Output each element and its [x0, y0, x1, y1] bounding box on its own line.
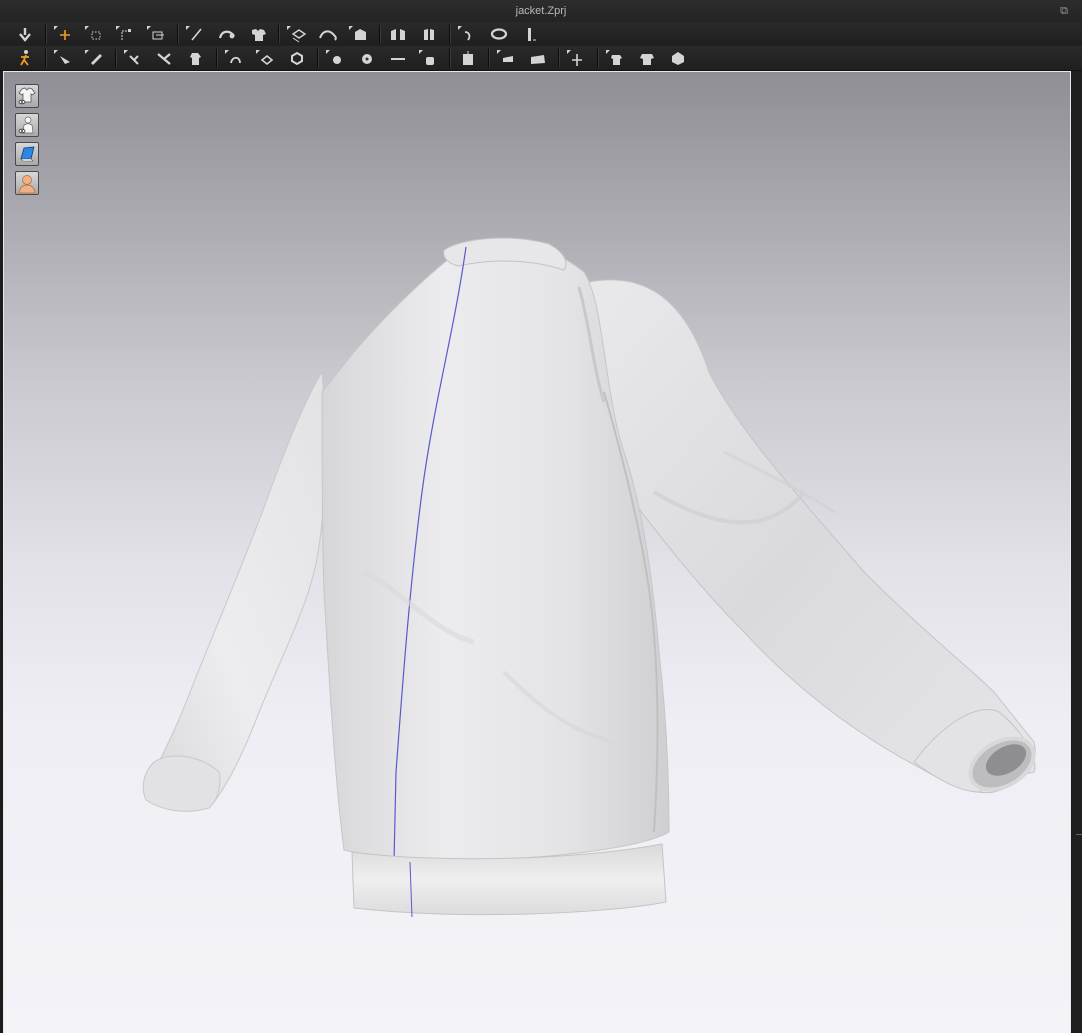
fold-arrange-button[interactable]	[284, 24, 310, 44]
cut-tool-icon	[157, 53, 171, 65]
fabric-height-icon	[531, 55, 545, 64]
button-icon	[326, 50, 341, 64]
cut-tool-button[interactable]	[152, 48, 178, 68]
measure-tape-button[interactable]	[486, 24, 512, 44]
buttonhole-icon	[419, 50, 434, 65]
fold-arrange-icon	[287, 26, 307, 43]
transform-point-button[interactable]	[82, 24, 108, 44]
edit-curvature-icon	[116, 26, 131, 40]
garment-fit-button[interactable]	[603, 48, 629, 68]
transform-point-icon	[85, 26, 101, 40]
edit-sewing-button[interactable]	[245, 24, 271, 44]
measure-circumference-button[interactable]	[455, 24, 481, 44]
title-bar: jacket.Zprj ⧉	[0, 0, 1082, 23]
brush-icon	[85, 50, 102, 65]
avatar-pose-button[interactable]	[12, 48, 38, 68]
avatar-pose-icon	[20, 50, 29, 66]
hanger-button[interactable]	[455, 48, 481, 68]
pin-icon	[424, 29, 434, 40]
zipper-button[interactable]	[385, 48, 411, 68]
shirt-edit-button[interactable]	[183, 48, 209, 68]
puckering-icon	[256, 50, 274, 66]
stitch-pattern-icon	[291, 51, 303, 66]
free-sewing-button[interactable]	[214, 24, 240, 44]
puckering-button[interactable]	[253, 48, 279, 68]
toolbar-separator	[216, 49, 217, 67]
arrange-point-icon	[567, 50, 582, 66]
ruler-icon	[528, 28, 536, 41]
select-mesh-button[interactable]	[51, 48, 77, 68]
select-button-button[interactable]	[354, 48, 380, 68]
trace-button[interactable]	[144, 24, 170, 44]
toolbar-separator	[317, 49, 318, 67]
toolbar-top	[0, 22, 1082, 46]
toolbar-separator	[45, 25, 46, 43]
topstitch-icon	[225, 50, 241, 64]
toolbar-separator	[558, 49, 559, 67]
fabric-width-button[interactable]	[494, 48, 520, 68]
toolbar-separator	[449, 49, 450, 67]
segment-sewing-button[interactable]	[183, 24, 209, 44]
garment-fit-icon	[606, 50, 622, 65]
pin-button[interactable]	[416, 24, 442, 44]
flatten-button[interactable]	[385, 24, 411, 44]
simulate-icon	[19, 28, 31, 42]
toolbar-separator	[278, 25, 279, 43]
simulate-button[interactable]	[12, 24, 38, 44]
fabric-height-button[interactable]	[525, 48, 551, 68]
toolbar-bottom	[0, 46, 1082, 71]
wireframe-icon	[672, 52, 684, 65]
stitch-pattern-button[interactable]	[284, 48, 310, 68]
flatten-icon	[391, 29, 405, 40]
strap-icon	[349, 26, 366, 40]
arrange-point-button[interactable]	[564, 48, 590, 68]
shirt-edit-icon	[190, 53, 201, 65]
select-button-icon	[362, 54, 372, 64]
brush-button[interactable]	[82, 48, 108, 68]
buttonhole-button[interactable]	[416, 48, 442, 68]
hanger-icon	[463, 51, 473, 65]
fold-tool-button[interactable]	[121, 48, 147, 68]
garment-measure-button[interactable]	[634, 48, 660, 68]
popout-icon[interactable]: ⧉	[1058, 5, 1070, 17]
edit-sewing-icon	[252, 29, 266, 41]
tack-button[interactable]	[315, 24, 341, 44]
ruler-button[interactable]	[517, 24, 543, 44]
fold-tool-icon	[124, 50, 139, 65]
transform-pattern-button[interactable]	[51, 24, 77, 44]
toolbar-separator	[115, 49, 116, 67]
toolbar-separator	[449, 25, 450, 43]
wireframe-button[interactable]	[665, 48, 691, 68]
panel-splitter[interactable]	[1076, 834, 1082, 835]
toolbar-separator	[177, 25, 178, 43]
toolbar-separator	[379, 25, 380, 43]
measure-circumference-icon	[458, 26, 471, 41]
3d-viewport[interactable]	[3, 71, 1071, 1033]
window-title: jacket.Zprj	[515, 5, 567, 17]
strap-button[interactable]	[346, 24, 372, 44]
toolbar-separator	[45, 49, 46, 67]
fabric-width-icon	[497, 50, 513, 62]
zipper-icon	[391, 58, 405, 60]
toolbar-separator	[597, 49, 598, 67]
garment-measure-icon	[640, 54, 654, 65]
edit-curvature-button[interactable]	[113, 24, 139, 44]
trace-icon	[147, 26, 164, 40]
measure-tape-icon	[490, 28, 508, 40]
toolbar-separator	[488, 49, 489, 67]
button-button[interactable]	[323, 48, 349, 68]
tack-icon	[319, 30, 337, 41]
transform-pattern-icon	[54, 26, 70, 40]
free-sewing-icon	[218, 30, 235, 39]
segment-sewing-icon	[186, 26, 202, 41]
select-mesh-icon	[54, 50, 70, 64]
right-panel-edge	[1072, 71, 1082, 1032]
topstitch-button[interactable]	[222, 48, 248, 68]
jacket-3d-model[interactable]	[4, 72, 1070, 1033]
